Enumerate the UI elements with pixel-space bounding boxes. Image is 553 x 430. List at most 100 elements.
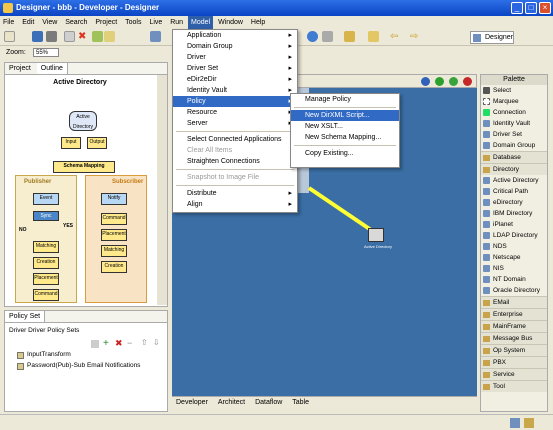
menu-search[interactable]: Search	[62, 16, 90, 29]
palette-marquee[interactable]: Marquee	[481, 96, 547, 107]
outline-scrollbar[interactable]	[157, 75, 167, 305]
validate-icon[interactable]	[92, 31, 103, 42]
close-button[interactable]: ×	[539, 2, 551, 14]
menu-new-dirxml-script[interactable]: New DirXML Script...	[291, 110, 399, 121]
save-all-icon[interactable]	[46, 31, 57, 42]
menu-project[interactable]: Project	[92, 16, 120, 29]
menu-model-item[interactable]: Driver Set ▸	[173, 63, 297, 74]
drawer-database[interactable]: Database	[481, 151, 547, 163]
forward-arrow-icon[interactable]: ⇨	[410, 31, 421, 42]
menu-model-layout[interactable]: Align ▸	[173, 199, 297, 210]
menu-run[interactable]: Run	[167, 16, 186, 29]
add-icon[interactable]: +	[103, 338, 109, 349]
menu-view[interactable]: View	[39, 16, 60, 29]
save-icon[interactable]	[32, 31, 43, 42]
tab-developer[interactable]: Developer	[172, 397, 212, 408]
move-down-icon[interactable]: ⇩	[153, 338, 160, 347]
perspective-button[interactable]: Designer	[470, 31, 514, 44]
menu-model-item[interactable]: Identity Vault ▸	[173, 85, 297, 96]
minimize-button[interactable]: _	[511, 2, 523, 14]
info-icon[interactable]	[421, 77, 430, 86]
menu-manage-policy[interactable]: Manage Policy	[291, 94, 399, 105]
flow-matching: Matching	[33, 241, 59, 253]
menu-model-item[interactable]: Domain Group ▸	[173, 41, 297, 52]
run-icon[interactable]	[150, 31, 161, 42]
nav-icon[interactable]	[322, 31, 333, 42]
menu-model-action[interactable]: Straighten Connections	[173, 156, 297, 167]
connection-line[interactable]	[307, 186, 376, 234]
menu-new-xslt[interactable]: New XSLT...	[291, 121, 399, 132]
palette-directory-item[interactable]: eDirectory	[481, 197, 547, 208]
palette-directory-item[interactable]: NIS	[481, 263, 547, 274]
palette-directory-item[interactable]: NDS	[481, 241, 547, 252]
folder-icon[interactable]	[368, 31, 379, 42]
palette-directory-item[interactable]: iPlanet	[481, 219, 547, 230]
menu-file[interactable]: File	[0, 16, 17, 29]
refresh-icon[interactable]	[344, 31, 355, 42]
delete-icon[interactable]: ✖	[78, 31, 89, 42]
menu-model-item[interactable]: Resource▸	[173, 107, 297, 118]
palette-domain-group[interactable]: Domain Group	[481, 140, 547, 151]
maximize-button[interactable]: □	[525, 2, 537, 14]
menu-edit[interactable]: Edit	[19, 16, 37, 29]
palette-drawer[interactable]: Tool	[481, 380, 547, 392]
play-icon[interactable]	[435, 77, 444, 86]
tab-outline[interactable]: Outline	[36, 63, 68, 74]
new-icon[interactable]	[4, 31, 15, 42]
palette-directory-item[interactable]: Oracle Directory	[481, 285, 547, 296]
palette-drawer[interactable]: Message Bus	[481, 332, 547, 344]
palette-drawer[interactable]: Service	[481, 368, 547, 380]
palette-directory-item[interactable]: LDAP Directory	[481, 230, 547, 241]
palette-title: Palette	[481, 75, 547, 85]
menu-help[interactable]: Help	[248, 16, 268, 29]
policy-item[interactable]: Password(Pub)-Sub Email Notifications	[17, 362, 140, 370]
zoom-input[interactable]: 55%	[33, 48, 59, 57]
palette-drawer[interactable]: MainFrame	[481, 320, 547, 332]
minus-icon[interactable]: −	[127, 338, 132, 348]
menu-model-layout[interactable]: Distribute ▸	[173, 188, 297, 199]
tab-project[interactable]: Project	[5, 63, 35, 74]
palette-directory-item[interactable]: NT Domain	[481, 274, 547, 285]
folder-icon	[483, 336, 490, 342]
palette-identity-vault[interactable]: Identity Vault	[481, 118, 547, 129]
palette-select[interactable]: Select	[481, 85, 547, 96]
palette-connection[interactable]: Connection	[481, 107, 547, 118]
menu-model-item[interactable]: Driver ▸	[173, 52, 297, 63]
copy-icon[interactable]	[64, 31, 75, 42]
tab-architect[interactable]: Architect	[214, 397, 249, 408]
menu-tools[interactable]: Tools	[122, 16, 144, 29]
menu-model-item[interactable]: Application ▸	[173, 30, 297, 41]
policy-item[interactable]: InputTransform	[17, 351, 71, 359]
menu-model-item[interactable]: Policy▸	[173, 96, 297, 107]
palette-drawer[interactable]: Enterprise	[481, 308, 547, 320]
start-icon[interactable]	[449, 77, 458, 86]
menu-new-schema-mapping[interactable]: New Schema Mapping...	[291, 132, 399, 143]
palette-directory-item[interactable]: Active Directory	[481, 175, 547, 186]
palette-directory-item[interactable]: IBM Directory	[481, 208, 547, 219]
palette-driver-set[interactable]: Driver Set	[481, 129, 547, 140]
palette-directory-item[interactable]: Critical Path	[481, 186, 547, 197]
menu-model-action[interactable]: Select Connected Applications	[173, 134, 297, 145]
back-arrow-icon[interactable]: ⇦	[390, 31, 401, 42]
palette-directory-item[interactable]: Netscape	[481, 252, 547, 263]
drawer-directory[interactable]: Directory	[481, 163, 547, 175]
menu-model-item[interactable]: Server▸	[173, 118, 297, 129]
globe-icon[interactable]	[307, 31, 318, 42]
move-up-icon[interactable]: ⇧	[141, 338, 148, 347]
menu-window[interactable]: Window	[215, 16, 246, 29]
tab-dataflow[interactable]: Dataflow	[251, 397, 286, 408]
menu-model-item[interactable]: eDir2eDir ▸	[173, 74, 297, 85]
edit-icon[interactable]	[91, 340, 99, 348]
tab-table[interactable]: Table	[288, 397, 313, 408]
palette-drawer[interactable]: PBX	[481, 356, 547, 368]
active-directory-node-icon[interactable]	[368, 228, 384, 242]
stop-icon[interactable]	[463, 77, 472, 86]
menu-copy-existing[interactable]: Copy Existing...	[291, 148, 399, 159]
menu-live[interactable]: Live	[146, 16, 165, 29]
palette-drawer[interactable]: EMail	[481, 296, 547, 308]
palette-drawer[interactable]: Op System	[481, 344, 547, 356]
menu-model[interactable]: Model	[188, 16, 214, 29]
deploy-icon[interactable]	[104, 31, 115, 42]
tab-policy-set[interactable]: Policy Set	[5, 311, 46, 322]
remove-icon[interactable]: ✖	[115, 338, 123, 349]
